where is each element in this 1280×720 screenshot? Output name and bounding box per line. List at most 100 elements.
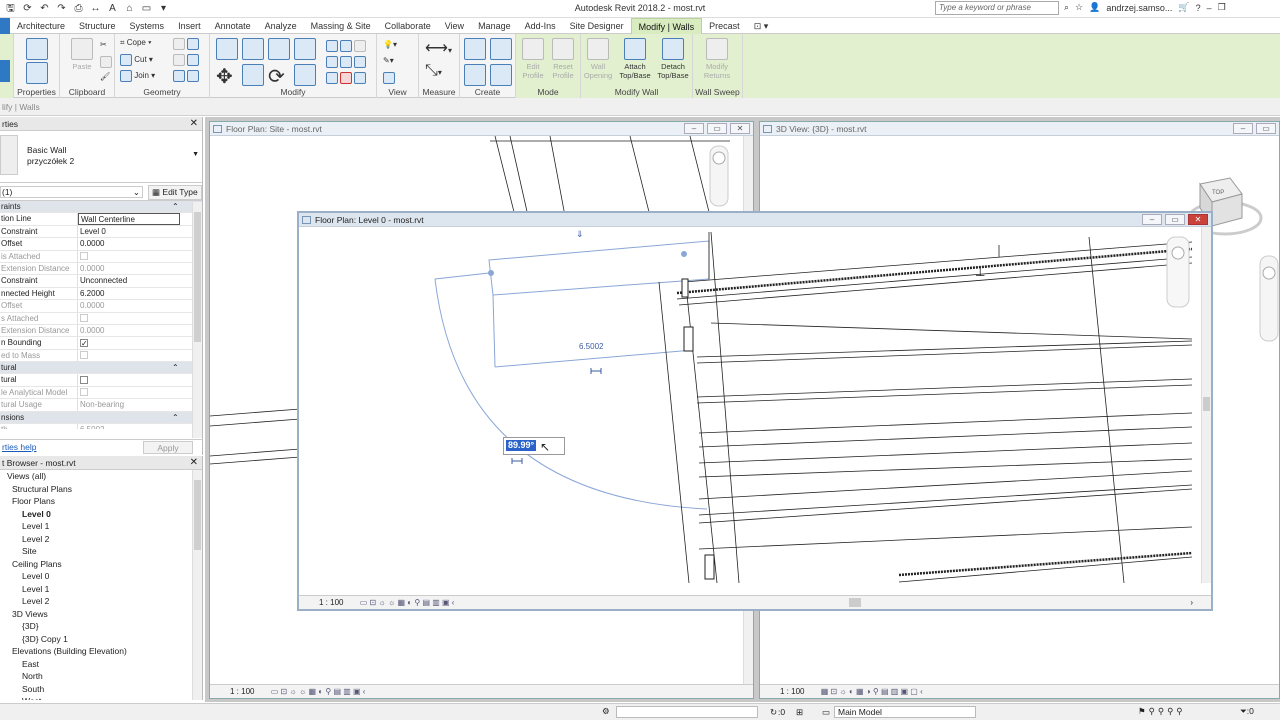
close-button[interactable]: ✕ xyxy=(1188,214,1208,225)
view-control-icons[interactable]: ▦ ⊡ ☼ ◐ ▦ ◑ ⚲ ▤ ▥ ▣ ▢ ‹ xyxy=(821,687,923,696)
create-parts-icon[interactable] xyxy=(490,38,512,60)
editing-requests-icon[interactable]: ↻ xyxy=(770,707,777,718)
browser-item[interactable]: South xyxy=(0,683,202,696)
browser-item[interactable]: Level 0 xyxy=(0,508,202,521)
browser-item[interactable]: Level 1 xyxy=(0,583,202,596)
copy-icon[interactable] xyxy=(100,56,112,68)
geometry-tools-icon[interactable] xyxy=(173,38,200,50)
browser-item[interactable]: Elevations (Building Elevation) xyxy=(0,645,202,658)
mirror-axis-icon[interactable] xyxy=(268,38,290,60)
tab-insert[interactable]: Insert xyxy=(171,18,208,34)
linework-icon[interactable] xyxy=(383,72,395,84)
property-row[interactable]: ed to Mass xyxy=(0,349,202,363)
view-control-icons[interactable]: ▭ ⊡ ☼ ☼ ▦ ◐ ⚲ ▤ ▥ ▣ ‹ xyxy=(360,598,455,607)
properties-scrollbar[interactable] xyxy=(192,202,202,438)
attach-top-base-button[interactable]: Attach Top/Base xyxy=(616,38,654,80)
collapse-icon[interactable]: ⌃ xyxy=(172,362,179,373)
match-type-icon[interactable]: 🖌 xyxy=(100,72,110,81)
tab-precast[interactable]: Precast xyxy=(702,18,747,34)
property-row[interactable]: le Analytical Model xyxy=(0,386,202,400)
type-properties-button[interactable] xyxy=(17,62,57,86)
browser-item[interactable]: Views (all) xyxy=(0,470,202,483)
offset-icon[interactable] xyxy=(242,38,264,60)
user-name[interactable]: andrzej.samso... xyxy=(1106,3,1172,13)
browser-item[interactable]: Site xyxy=(0,545,202,558)
property-group-header[interactable]: tural ⌃ xyxy=(0,362,202,375)
properties-button[interactable] xyxy=(17,38,57,62)
design-options-icon[interactable]: ⊞ xyxy=(796,707,803,718)
help-icon[interactable]: ? xyxy=(1196,3,1201,13)
measure-icon[interactable]: ⟷▾ xyxy=(425,38,452,58)
tab-manage[interactable]: Manage xyxy=(471,18,518,34)
join-button[interactable]: Join ▾ xyxy=(120,70,155,82)
angle-input[interactable]: 89.99° ↖ xyxy=(503,437,565,455)
modify-returns-button[interactable]: Modify Returns xyxy=(697,38,737,80)
create-group-icon[interactable] xyxy=(464,64,486,86)
view-level-0[interactable]: Floor Plan: Level 0 - most.rvt – ▭ ✕ 6.5… xyxy=(297,211,1213,611)
cut-icon[interactable]: ✂ xyxy=(100,40,107,49)
type-selector[interactable]: Basic Wall przyczółek 2 ▼ xyxy=(0,131,202,183)
property-row[interactable]: Constraint Unconnected xyxy=(0,275,202,288)
view-control-icons[interactable]: ▭ ⊡ ☼ ☼ ▦ ◐ ⚲ ▤ ▥ ▣ ‹ xyxy=(271,687,366,696)
filter-icon[interactable]: ⏷:0 xyxy=(1240,706,1254,717)
property-row[interactable]: tural Usage Non-bearing xyxy=(0,399,202,412)
maximize-button[interactable]: ▭ xyxy=(1256,123,1276,134)
tab-structure[interactable]: Structure xyxy=(72,18,123,34)
collapse-icon[interactable]: ⌃ xyxy=(172,201,179,212)
navigation-wheel[interactable] xyxy=(709,145,729,207)
property-row[interactable]: s Attached xyxy=(0,312,202,325)
tab-add-ins[interactable]: Add-Ins xyxy=(518,18,563,34)
delete-icon[interactable] xyxy=(326,72,367,84)
property-row[interactable]: tion Line Wall Centerline xyxy=(0,213,202,226)
property-value[interactable] xyxy=(78,374,180,385)
property-value[interactable]: Unconnected xyxy=(78,275,180,286)
chevron-down-icon[interactable]: ▼ xyxy=(192,151,199,158)
angle-input-value[interactable]: 89.99° xyxy=(506,440,537,451)
property-row[interactable]: n Bounding xyxy=(0,337,202,350)
trim-icon[interactable] xyxy=(294,64,316,86)
property-row[interactable]: Offset 0.0000 xyxy=(0,300,202,313)
create-similar-icon[interactable] xyxy=(490,64,512,86)
create-assembly-icon[interactable] xyxy=(464,38,486,60)
split-icon[interactable] xyxy=(326,40,367,52)
workset-field[interactable] xyxy=(616,706,758,718)
properties-help-link[interactable]: rties help xyxy=(2,440,37,455)
cart-icon[interactable]: 🛒 xyxy=(1178,2,1189,13)
browser-item[interactable]: {3D} Copy 1 xyxy=(0,633,202,646)
apply-button[interactable]: Apply xyxy=(143,441,193,454)
level0-drawing[interactable]: 6.5002 ⇓ ⊥ xyxy=(299,227,1211,583)
binoculars-icon[interactable]: ⌕ xyxy=(1064,2,1069,13)
collapse-icon[interactable]: ⌃ xyxy=(172,412,179,423)
property-group-header[interactable]: nsions ⌃ xyxy=(0,411,202,425)
browser-item[interactable]: Level 2 xyxy=(0,533,202,546)
browser-item[interactable]: Floor Plans xyxy=(0,495,202,508)
tab-architecture[interactable]: Architecture xyxy=(10,18,72,34)
property-row[interactable]: Extension Distance 0.0000 xyxy=(0,262,202,276)
maximize-button[interactable]: ▭ xyxy=(707,123,727,134)
property-row[interactable]: th6.5002 xyxy=(0,424,202,429)
property-row[interactable]: Offset 0.0000 xyxy=(0,238,202,251)
browser-item[interactable]: Level 1 xyxy=(0,520,202,533)
navigation-bar[interactable] xyxy=(1259,255,1279,342)
property-group-header[interactable]: raints ⌃ xyxy=(0,201,202,214)
align-icon[interactable] xyxy=(216,38,238,60)
checkbox[interactable] xyxy=(80,375,88,384)
browser-item[interactable]: {3D} xyxy=(0,620,202,633)
tab-collaborate[interactable]: Collaborate xyxy=(378,18,438,34)
hide-icon[interactable]: 💡▾ xyxy=(383,40,397,49)
property-value[interactable] xyxy=(78,337,180,348)
property-row[interactable]: is Attached xyxy=(0,250,202,263)
property-row[interactable]: Extension Distance 0.0000 xyxy=(0,324,202,338)
hscroll-thumb[interactable] xyxy=(849,598,861,607)
scale-label[interactable]: 1 : 100 xyxy=(319,598,343,607)
tab-annotate[interactable]: Annotate xyxy=(208,18,258,34)
close-icon[interactable]: ✕ xyxy=(190,456,198,470)
browser-item[interactable]: 3D Views xyxy=(0,608,202,621)
file-tab[interactable] xyxy=(0,17,10,34)
chevron-right-icon[interactable]: › xyxy=(1190,596,1193,609)
cut-geometry-button[interactable]: Cut ▾ xyxy=(120,54,153,66)
wall-joins-icon[interactable] xyxy=(173,54,200,66)
rotate-icon[interactable]: ⟳ xyxy=(268,64,285,89)
tab-massing-site[interactable]: Massing & Site xyxy=(304,18,378,34)
maximize-button[interactable]: ▭ xyxy=(1165,214,1185,225)
